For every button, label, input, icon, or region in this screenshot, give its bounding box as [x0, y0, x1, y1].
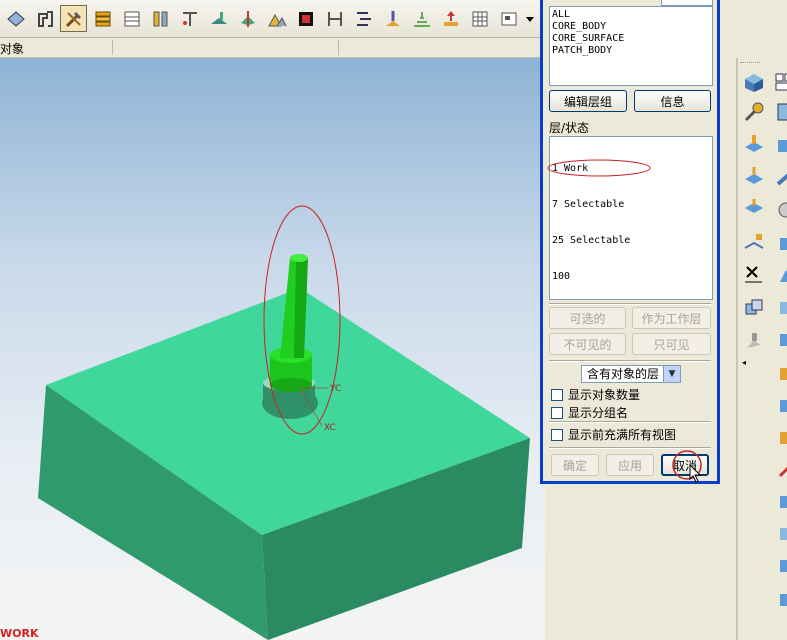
layer-filter-value: 含有对象的层	[587, 367, 660, 381]
offset-icon[interactable]	[742, 164, 766, 188]
xc-axis-label: XC	[324, 423, 336, 433]
layer-filter-select[interactable]: 含有对象的层 ▼	[581, 365, 681, 383]
fit-views-label: 显示前充满所有视图	[568, 428, 677, 442]
sew-icon[interactable]	[772, 426, 787, 450]
ok-button[interactable]: 确定	[551, 454, 599, 476]
hole-icon[interactable]	[772, 198, 787, 222]
model-view	[38, 205, 530, 640]
grip	[740, 62, 760, 65]
selectable-button[interactable]: 可选的	[549, 307, 626, 329]
view-icon[interactable]	[495, 5, 522, 32]
ruler-icon[interactable]	[147, 5, 174, 32]
show-group-checkbox[interactable]	[551, 406, 563, 419]
fit-views-checkbox[interactable]	[551, 428, 563, 441]
cut-icon[interactable]	[234, 5, 261, 32]
pad-icon[interactable]	[772, 232, 787, 256]
mouse-cursor-icon	[689, 464, 702, 483]
pin-collar-bottom	[270, 378, 312, 392]
analysis-icon[interactable]	[772, 490, 787, 514]
invisible-button[interactable]: 不可见的	[549, 333, 626, 355]
blend-icon[interactable]	[772, 296, 787, 320]
paint-icon[interactable]	[742, 330, 766, 354]
layer-item[interactable]: 7 Selectable	[552, 199, 710, 211]
divider	[549, 360, 711, 362]
make-work-button[interactable]: 作为工作层	[632, 307, 711, 329]
divider	[549, 421, 711, 423]
selection-bar: 对象	[0, 38, 545, 58]
category-item[interactable]: PATCH_BODY	[552, 45, 710, 57]
tools-icon[interactable]	[60, 5, 87, 32]
divider	[338, 40, 339, 55]
wrench-icon[interactable]	[742, 100, 766, 124]
mirror-icon[interactable]	[772, 554, 787, 578]
divider	[112, 40, 113, 55]
rib-icon[interactable]	[772, 362, 787, 386]
flag-icon[interactable]	[263, 5, 290, 32]
yc-axis-label: YC	[330, 384, 342, 394]
layer-item[interactable]: 100	[552, 271, 710, 283]
edit-group-button[interactable]: 编辑层组	[549, 90, 627, 112]
sheet-metal-icon[interactable]	[2, 5, 29, 32]
chamfer-icon[interactable]	[772, 264, 787, 288]
layer-highlight-ellipse	[547, 159, 651, 177]
measure-icon[interactable]	[292, 5, 319, 32]
block-icon[interactable]	[742, 70, 766, 94]
shell-icon[interactable]	[742, 196, 766, 220]
box-icon[interactable]	[772, 100, 787, 124]
scroll-left-icon[interactable]: ◂	[742, 358, 746, 367]
text-t-icon[interactable]	[176, 5, 203, 32]
sketch-icon[interactable]	[742, 230, 766, 254]
chevron-down-icon[interactable]: ▼	[663, 366, 680, 382]
divider	[549, 303, 711, 305]
move-icon[interactable]	[437, 5, 464, 32]
selection-label: 对象	[0, 42, 25, 56]
drill-icon[interactable]	[379, 5, 406, 32]
divider	[736, 58, 738, 640]
category-item[interactable]: ALL	[552, 9, 710, 21]
edge-icon[interactable]	[772, 134, 787, 158]
show-count-option[interactable]: 显示对象数量	[551, 386, 640, 403]
layer-item[interactable]: 25 Selectable	[552, 235, 710, 247]
grid-icon[interactable]	[466, 5, 493, 32]
work-view-label: WORK	[0, 627, 39, 640]
extrude-icon[interactable]	[742, 132, 766, 156]
panel-icon[interactable]	[772, 70, 787, 94]
info-button[interactable]: 信息	[634, 90, 711, 112]
plane-icon[interactable]	[205, 5, 232, 32]
slot-icon[interactable]	[772, 166, 787, 190]
show-group-label: 显示分组名	[568, 406, 629, 420]
copy-icon[interactable]	[742, 296, 766, 320]
visible-only-button[interactable]: 只可见	[632, 333, 711, 355]
fit-views-option[interactable]: 显示前充满所有视图	[551, 426, 676, 443]
bars-icon[interactable]	[350, 5, 377, 32]
layer-settings-dialog: ALL CORE_BODY CORE_SURFACE PATCH_BODY 编辑…	[540, 0, 720, 484]
pin-tip	[290, 254, 308, 262]
trim-icon[interactable]	[772, 394, 787, 418]
pattern-icon[interactable]	[772, 588, 787, 612]
align-icon[interactable]	[321, 5, 348, 32]
layer-status-label: 层/状态	[549, 121, 590, 135]
category-item[interactable]: CORE_BODY	[552, 21, 710, 33]
delete-x-icon[interactable]	[742, 262, 766, 286]
category-item[interactable]: CORE_SURFACE	[552, 33, 710, 45]
apply-button[interactable]: 应用	[606, 454, 654, 476]
show-count-checkbox[interactable]	[551, 388, 563, 401]
right-toolbar: ◂	[720, 0, 787, 640]
draft-icon[interactable]	[772, 328, 787, 352]
measure-tool-icon[interactable]	[772, 458, 787, 482]
rotate-icon[interactable]	[31, 5, 58, 32]
gear-stack-icon[interactable]	[89, 5, 116, 32]
section-icon[interactable]	[772, 522, 787, 546]
show-count-label: 显示对象数量	[568, 388, 641, 402]
stack-icon[interactable]	[408, 5, 435, 32]
window-icon[interactable]	[118, 5, 145, 32]
category-list[interactable]: ALL CORE_BODY CORE_SURFACE PATCH_BODY	[549, 6, 713, 86]
show-group-option[interactable]: 显示分组名	[551, 404, 628, 421]
dropdown-arrow-icon[interactable]	[524, 5, 536, 32]
graphics-viewport[interactable]: YC XC WORK	[0, 58, 545, 640]
